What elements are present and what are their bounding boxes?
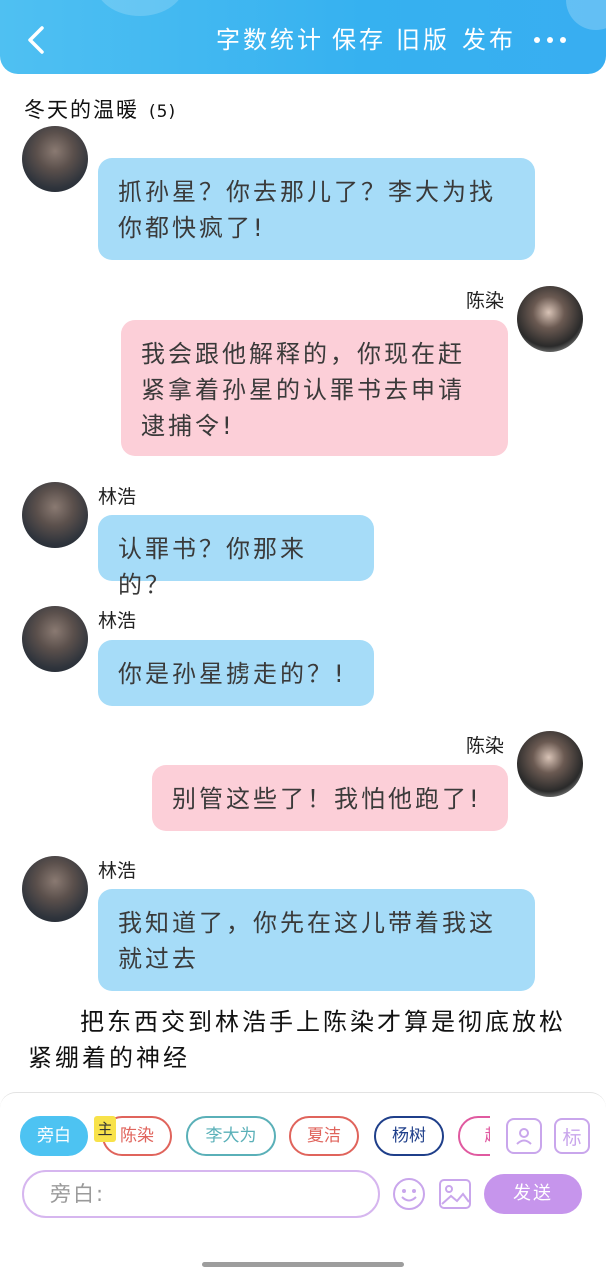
message-bubble[interactable]: 我会跟他解释的，你现在赶紧拿着孙星的认罪书去申请逮捕令!: [121, 320, 508, 456]
message-bubble[interactable]: 别管这些了！我怕他跑了!: [152, 765, 508, 831]
top-bar: 字数统计 保存 旧版 发布: [0, 0, 606, 74]
decor-bubble: [95, 0, 185, 16]
label-icon[interactable]: 标: [554, 1118, 590, 1154]
back-icon: [28, 26, 44, 54]
chapter-count: (5): [149, 102, 177, 122]
message-bubble[interactable]: 认罪书？你那来的？: [98, 515, 374, 599]
chapter-title: 冬天的温暖 (5): [24, 94, 176, 124]
narration-text[interactable]: 把东西交到林浩手上陈染才算是彻底放松紧绷着的神经: [28, 1004, 580, 1076]
role-chip-lidawei[interactable]: 李大为: [186, 1116, 276, 1156]
role-chip-yangshu[interactable]: 杨树: [374, 1116, 444, 1156]
avatar[interactable]: [22, 856, 88, 922]
main-role-badge: 主: [94, 1116, 116, 1142]
emoji-icon[interactable]: [392, 1177, 426, 1211]
message-bubble[interactable]: 抓孙星？你去那儿了？李大为找你都快疯了!: [98, 158, 535, 260]
chapter-title-text: 冬天的温暖: [24, 98, 139, 122]
role-selector: 旁白 陈染 李大为 夏洁 杨树 赵: [20, 1116, 490, 1158]
sender-name: 陈染: [466, 735, 505, 757]
image-icon[interactable]: [438, 1178, 472, 1210]
add-character-icon[interactable]: [506, 1118, 542, 1154]
sender-name: 林浩: [98, 610, 137, 632]
avatar[interactable]: [517, 286, 583, 352]
send-button[interactable]: 发送: [484, 1174, 582, 1214]
publish-button[interactable]: 发布: [462, 22, 516, 58]
sender-name: 林浩: [98, 860, 137, 882]
role-chip-xiajie[interactable]: 夏洁: [289, 1116, 359, 1156]
word-count-button[interactable]: 字数统计: [216, 22, 324, 58]
message-input[interactable]: 旁白:: [22, 1170, 380, 1218]
sender-name: 陈染: [466, 290, 505, 312]
save-button[interactable]: 保存: [332, 22, 386, 58]
avatar[interactable]: [22, 606, 88, 672]
avatar[interactable]: [517, 731, 583, 797]
sender-name: 林浩: [98, 486, 137, 508]
message-bubble[interactable]: 你是孙星掳走的？!: [98, 640, 374, 706]
old-version-button[interactable]: 旧版: [396, 22, 450, 58]
avatar[interactable]: [22, 126, 88, 192]
decor-bubble: [566, 0, 606, 30]
home-indicator[interactable]: [202, 1262, 404, 1267]
back-button[interactable]: [18, 22, 54, 58]
message-bubble[interactable]: 我知道了，你先在这儿带着我这就过去: [98, 889, 535, 991]
avatar[interactable]: [22, 482, 88, 548]
more-icon[interactable]: [530, 26, 570, 54]
role-chip-narrator[interactable]: 旁白: [20, 1116, 88, 1156]
role-chip-zhao[interactable]: 赵: [458, 1116, 490, 1156]
